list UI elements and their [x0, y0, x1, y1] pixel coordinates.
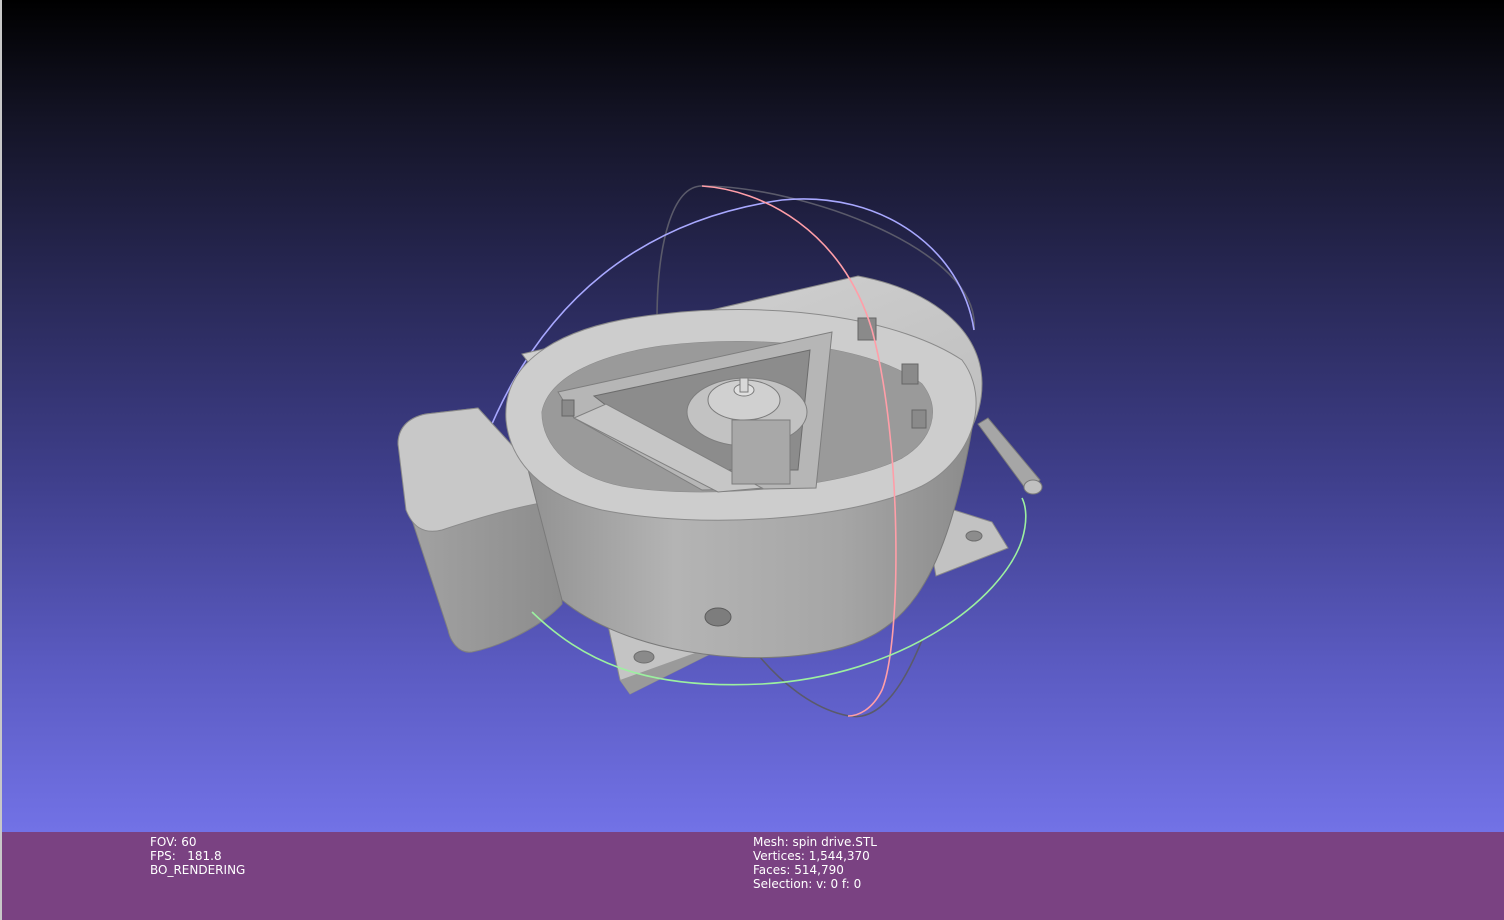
render-info: FOV: 60 FPS: 181.8 BO_RENDERING [150, 835, 245, 877]
vertices-readout: Vertices: 1,544,370 [753, 849, 870, 863]
3d-viewport[interactable] [0, 0, 1504, 832]
meshlab-window: FOV: 60 FPS: 181.8 BO_RENDERING Mesh: sp… [0, 0, 1504, 920]
interior-clip-2 [901, 363, 919, 385]
housing-side-hole [704, 607, 732, 627]
scene-canvas[interactable] [2, 0, 1504, 832]
faces-readout: Faces: 514,790 [753, 863, 844, 877]
interior-clip-3 [911, 409, 927, 429]
interior-clip-4 [561, 399, 575, 417]
info-bar: FOV: 60 FPS: 181.8 BO_RENDERING Mesh: sp… [0, 832, 1504, 920]
side-rod-end [1023, 479, 1043, 495]
flange-hole-back [965, 530, 983, 542]
render-mode-readout: BO_RENDERING [150, 863, 246, 877]
fps-readout: FPS: 181.8 [150, 849, 222, 863]
selection-readout: Selection: v: 0 f: 0 [753, 877, 862, 891]
motor-body [731, 419, 791, 485]
motor-shaft-pin [739, 377, 749, 393]
mesh-name-readout: Mesh: spin drive.STL [753, 835, 877, 849]
flange-hole-front [633, 650, 655, 664]
fov-readout: FOV: 60 [150, 835, 197, 849]
mesh-info: Mesh: spin drive.STL Vertices: 1,544,370… [753, 835, 877, 891]
